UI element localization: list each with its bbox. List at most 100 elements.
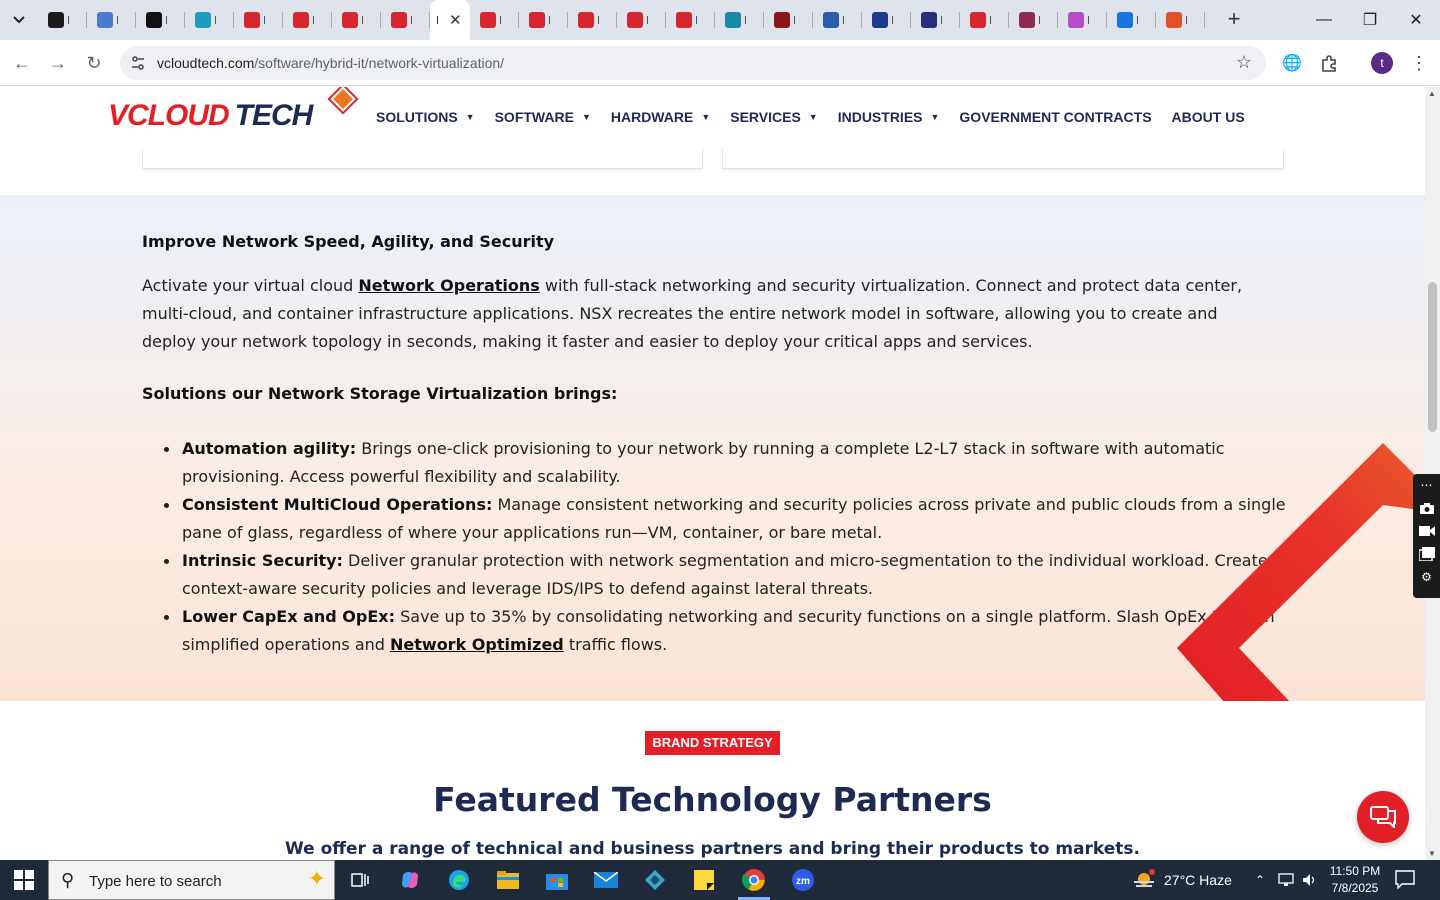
network-optimized-link[interactable]: Network Optimized	[390, 635, 564, 654]
tab-favicon-icon	[1117, 12, 1133, 28]
close-window-button[interactable]: ✕	[1393, 0, 1439, 40]
site-info-icon[interactable]	[128, 53, 148, 73]
browser-tab[interactable]	[960, 0, 1009, 40]
sticky-notes-icon[interactable]	[680, 860, 728, 900]
tab-title	[1186, 16, 1192, 24]
tab-title	[68, 16, 74, 24]
minimize-button[interactable]: —	[1301, 0, 1347, 40]
search-icon: ⚲	[61, 870, 75, 890]
tab-title	[264, 16, 270, 24]
vcloud-tech-logo[interactable]: VCLOUD TECH	[108, 99, 313, 133]
browser-tab[interactable]	[911, 0, 960, 40]
microsoft-store-icon[interactable]	[533, 860, 581, 900]
benefits-list: Automation agility: Brings one-click pro…	[164, 435, 1292, 659]
copilot-icon[interactable]	[386, 860, 434, 900]
weather-text: 27°C Haze	[1164, 872, 1232, 888]
browser-tab[interactable]	[1107, 0, 1156, 40]
scrollbar-thumb[interactable]	[1428, 282, 1437, 432]
camera-icon[interactable]	[1418, 499, 1436, 517]
chrome-icon[interactable]	[730, 860, 778, 900]
nav-item-software[interactable]: SOFTWARE ▼	[495, 109, 591, 125]
file-explorer-icon[interactable]	[484, 860, 532, 900]
tab-title	[500, 16, 506, 24]
tab-title	[411, 16, 417, 24]
forward-button[interactable]: →	[45, 50, 71, 76]
chat-button[interactable]	[1357, 791, 1409, 843]
reload-button[interactable]: ↻	[81, 50, 107, 76]
taskbar-clock[interactable]: 11:50 PM 7/8/2025	[1323, 863, 1387, 897]
more-options-icon[interactable]: ⋯	[1418, 476, 1436, 494]
browser-tab[interactable]	[862, 0, 911, 40]
tab-favicon-icon	[725, 12, 741, 28]
network-icon[interactable]	[1278, 860, 1296, 900]
browser-tab[interactable]	[1156, 0, 1205, 40]
scroll-down-arrow-icon[interactable]: ▼	[1428, 849, 1436, 858]
close-tab-icon[interactable]: ✕	[449, 11, 462, 29]
notification-center-icon[interactable]	[1394, 869, 1420, 891]
address-bar[interactable]: vcloudtech.com/software/hybrid-it/networ…	[120, 46, 1266, 80]
browser-tab-active[interactable]: ✕	[430, 0, 470, 40]
browser-tab[interactable]	[87, 0, 136, 40]
scroll-up-arrow-icon[interactable]: ▲	[1428, 89, 1436, 98]
tab-title	[990, 16, 996, 24]
zoom-icon[interactable]: zm	[779, 860, 827, 900]
browser-tab[interactable]	[136, 0, 185, 40]
tab-title	[696, 16, 702, 24]
weather-widget[interactable]: 27°C Haze	[1132, 860, 1232, 900]
back-button[interactable]: ←	[9, 50, 35, 76]
tab-title	[549, 16, 555, 24]
browser-tab[interactable]	[813, 0, 862, 40]
nav-item-government-contracts[interactable]: GOVERNMENT CONTRACTS	[959, 109, 1151, 125]
browser-tab[interactable]	[666, 0, 715, 40]
browser-tab[interactable]	[381, 0, 430, 40]
browser-tab[interactable]	[332, 0, 381, 40]
browser-tab[interactable]	[1058, 0, 1107, 40]
browser-tab[interactable]	[715, 0, 764, 40]
section-subheading: Solutions our Network Storage Virtualiza…	[142, 384, 618, 403]
browser-tab[interactable]	[234, 0, 283, 40]
profile-avatar[interactable]: t	[1371, 52, 1393, 74]
nav-item-label: GOVERNMENT CONTRACTS	[959, 109, 1152, 125]
task-view-icon[interactable]	[336, 860, 384, 900]
browser-tab[interactable]	[185, 0, 234, 40]
start-button[interactable]	[0, 860, 48, 900]
browser-tab[interactable]	[764, 0, 813, 40]
nav-item-solutions[interactable]: SOLUTIONS ▼	[376, 109, 475, 125]
browser-tab[interactable]	[1009, 0, 1058, 40]
tab-title	[1039, 16, 1045, 24]
window-icon[interactable]	[1418, 545, 1436, 563]
tab-search-button[interactable]	[6, 7, 32, 33]
nav-item-services[interactable]: SERVICES ▼	[730, 109, 817, 125]
edge-icon[interactable]	[435, 860, 483, 900]
browser-tab[interactable]	[38, 0, 87, 40]
browser-tab[interactable]	[283, 0, 332, 40]
nav-item-about-us[interactable]: ABOUT US	[1172, 109, 1245, 125]
browser-tab[interactable]	[617, 0, 666, 40]
network-operations-link[interactable]: Network Operations	[358, 276, 539, 295]
bookmark-star-icon[interactable]: ☆	[1236, 52, 1252, 73]
nav-item-hardware[interactable]: HARDWARE ▼	[611, 109, 710, 125]
tab-favicon-icon	[676, 12, 692, 28]
video-icon[interactable]	[1418, 522, 1436, 540]
extensions-icon[interactable]	[1318, 52, 1340, 74]
browser-tab[interactable]	[519, 0, 568, 40]
volume-icon[interactable]	[1302, 860, 1318, 900]
nav-item-label: INDUSTRIES	[837, 109, 923, 125]
translate-icon[interactable]: 🌐	[1281, 52, 1303, 74]
weather-haze-icon	[1134, 869, 1155, 887]
tab-title	[1137, 16, 1143, 24]
settings-gear-icon[interactable]: ⚙	[1418, 568, 1436, 586]
mail-icon[interactable]	[582, 860, 630, 900]
new-tab-button[interactable]: +	[1222, 8, 1246, 32]
logo-badge-icon	[330, 87, 356, 112]
show-hidden-icons-chevron-icon[interactable]: ⌃	[1255, 860, 1265, 900]
browser-menu-icon[interactable]: ⋮	[1410, 52, 1428, 74]
taskbar-search-box[interactable]: ⚲ Type here to search ✦	[48, 860, 335, 900]
nav-item-industries[interactable]: INDUSTRIES ▼	[838, 109, 940, 125]
restore-button[interactable]: ❐	[1347, 0, 1393, 40]
app-diamond-icon[interactable]	[631, 860, 679, 900]
tab-favicon-icon	[1068, 12, 1084, 28]
url-text[interactable]: vcloudtech.com/software/hybrid-it/networ…	[157, 55, 504, 71]
browser-tab[interactable]	[470, 0, 519, 40]
browser-tab[interactable]	[568, 0, 617, 40]
